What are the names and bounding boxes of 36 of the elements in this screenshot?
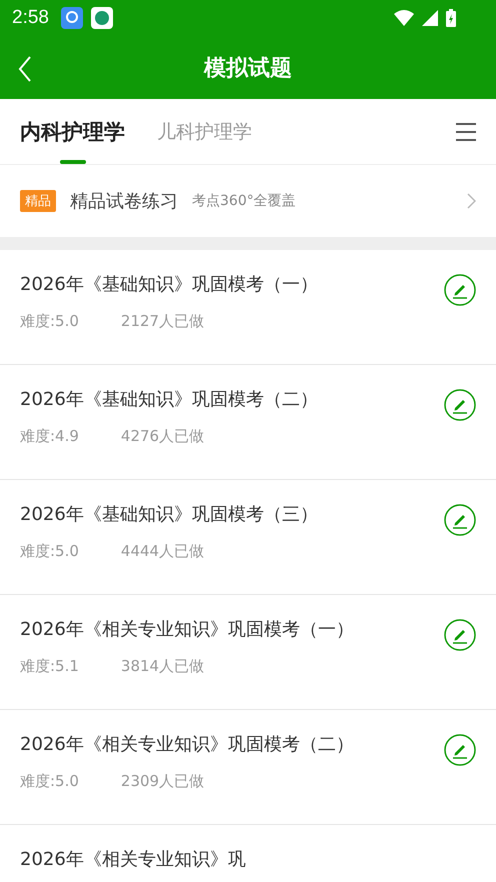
- exam-title[interactable]: 2026年《相关专业知识》巩固模考（二）: [20, 732, 444, 756]
- pencil-icon[interactable]: [444, 619, 476, 651]
- pencil-icon[interactable]: [444, 274, 476, 306]
- promo-subtitle: 考点360°全覆盖: [192, 192, 296, 210]
- app-icon: [60, 7, 83, 29]
- chevron-icon: [467, 193, 476, 209]
- wifi-icon: [394, 10, 414, 26]
- difficulty-text: 难度:5.0: [20, 312, 79, 331]
- app-icon: [90, 7, 113, 29]
- premium-banner[interactable]: 精品 精品试卷练习 考点360°全覆盖: [0, 165, 496, 237]
- exam-title[interactable]: 2026年《基础知识》巩固模考（一）: [20, 272, 444, 296]
- attempt-count: 2127人已做: [120, 312, 204, 331]
- category-tab[interactable]: 内科护理学: [20, 99, 125, 164]
- pencil-icon[interactable]: [444, 734, 476, 766]
- exam-title[interactable]: 2026年《相关专业知识》巩固模考（一）: [20, 617, 444, 641]
- difficulty-text: 难度:5.0: [20, 542, 79, 561]
- pencil-icon[interactable]: [444, 389, 476, 421]
- difficulty-text: 难度:5.1: [20, 657, 79, 676]
- pencil-icon[interactable]: [444, 504, 476, 536]
- attempt-count: 4444人已做: [120, 542, 204, 561]
- exam-title[interactable]: 2026年《基础知识》巩固模考（二）: [20, 387, 444, 411]
- back-icon[interactable]: [18, 56, 32, 82]
- promo-title: 精品试卷练习: [70, 190, 178, 213]
- attempt-count: 4276人已做: [120, 427, 204, 446]
- exam-title[interactable]: 2026年《基础知识》巩固模考（三）: [20, 502, 444, 526]
- difficulty-text: 难度:5.0: [20, 772, 79, 791]
- attempt-count: 3814人已做: [120, 657, 204, 676]
- status-time: 2:58: [12, 7, 49, 29]
- battery-icon: [446, 9, 456, 27]
- menu-icon[interactable]: [456, 122, 476, 140]
- premium-badge: 精品: [20, 190, 56, 212]
- signal-icon: [422, 10, 438, 26]
- exam-title[interactable]: 2026年《相关专业知识》巩: [20, 847, 476, 871]
- attempt-count: 2309人已做: [120, 772, 204, 791]
- difficulty-text: 难度:4.9: [20, 427, 79, 446]
- page-title: 模拟试题: [204, 54, 292, 82]
